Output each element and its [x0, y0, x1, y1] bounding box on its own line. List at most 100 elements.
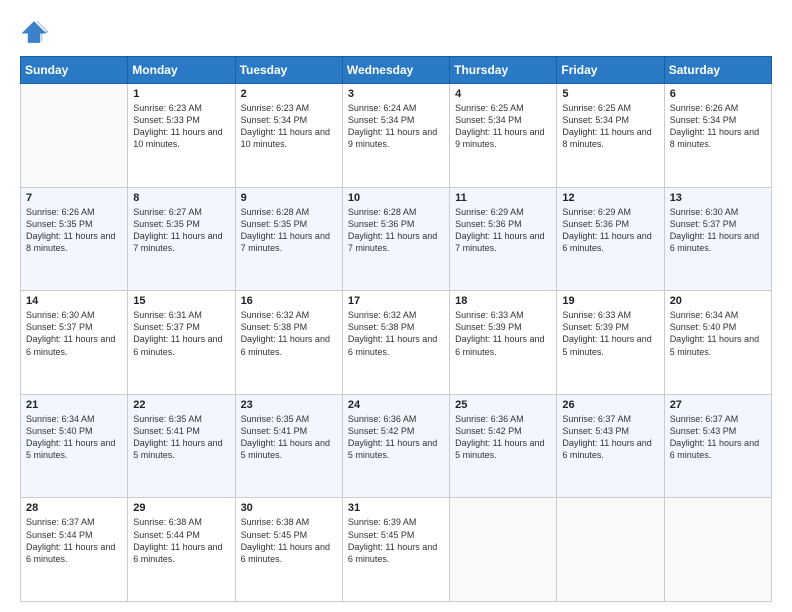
calendar-cell: 6 Sunrise: 6:26 AM Sunset: 5:34 PM Daylig…	[664, 84, 771, 188]
day-number: 21	[26, 399, 122, 411]
calendar-cell: 15 Sunrise: 6:31 AM Sunset: 5:37 PM Dayli…	[128, 291, 235, 395]
day-number: 27	[670, 399, 766, 411]
cell-info: Sunrise: 6:26 AM Sunset: 5:34 PM Dayligh…	[670, 102, 766, 151]
calendar-cell: 7 Sunrise: 6:26 AM Sunset: 5:35 PM Daylig…	[21, 187, 128, 291]
day-number: 11	[455, 192, 551, 204]
cell-info: Sunrise: 6:23 AM Sunset: 5:34 PM Dayligh…	[241, 102, 337, 151]
calendar-cell: 30 Sunrise: 6:38 AM Sunset: 5:45 PM Dayli…	[235, 498, 342, 602]
calendar-cell: 27 Sunrise: 6:37 AM Sunset: 5:43 PM Dayli…	[664, 394, 771, 498]
calendar-cell: 14Sunrise: 6:30 AM Sunset: 5:37 PM Dayli…	[21, 291, 128, 395]
cell-info: Sunrise: 6:33 AM Sunset: 5:39 PM Dayligh…	[455, 309, 551, 358]
cell-info: Sunrise: 6:29 AM Sunset: 5:36 PM Dayligh…	[562, 206, 658, 255]
day-number: 20	[670, 295, 766, 307]
day-number: 15	[133, 295, 229, 307]
day-number: 14	[26, 295, 122, 307]
calendar-cell: 8Sunrise: 6:27 AM Sunset: 5:35 PM Daylig…	[128, 187, 235, 291]
cell-info: Sunrise: 6:27 AM Sunset: 5:35 PM Dayligh…	[133, 206, 229, 255]
day-number: 17	[348, 295, 444, 307]
day-number: 13	[670, 192, 766, 204]
cell-info: Sunrise: 6:36 AM Sunset: 5:42 PM Dayligh…	[455, 413, 551, 462]
day-number: 25	[455, 399, 551, 411]
day-number: 26	[562, 399, 658, 411]
cell-info: Sunrise: 6:25 AM Sunset: 5:34 PM Dayligh…	[562, 102, 658, 151]
calendar-cell: 19 Sunrise: 6:33 AM Sunset: 5:39 PM Dayli…	[557, 291, 664, 395]
cell-info: Sunrise: 6:37 AM Sunset: 5:43 PM Dayligh…	[562, 413, 658, 462]
cell-info: Sunrise: 6:30 AM Sunset: 5:37 PM Dayligh…	[670, 206, 766, 255]
cell-info: Sunrise: 6:32 AM Sunset: 5:38 PM Dayligh…	[348, 309, 444, 358]
calendar-cell: 17 Sunrise: 6:32 AM Sunset: 5:38 PM Dayli…	[342, 291, 449, 395]
day-number: 4	[455, 88, 551, 100]
calendar-cell: 3Sunrise: 6:24 AM Sunset: 5:34 PM Daylig…	[342, 84, 449, 188]
calendar-cell: 11 Sunrise: 6:29 AM Sunset: 5:36 PM Dayli…	[450, 187, 557, 291]
calendar-table: SundayMondayTuesdayWednesdayThursdayFrid…	[20, 56, 772, 602]
calendar-cell: 5 Sunrise: 6:25 AM Sunset: 5:34 PM Daylig…	[557, 84, 664, 188]
weekday-tuesday: Tuesday	[235, 57, 342, 84]
day-number: 9	[241, 192, 337, 204]
day-number: 16	[241, 295, 337, 307]
calendar-cell: 31Sunrise: 6:39 AM Sunset: 5:45 PM Dayli…	[342, 498, 449, 602]
day-number: 24	[348, 399, 444, 411]
cell-info: Sunrise: 6:36 AM Sunset: 5:42 PM Dayligh…	[348, 413, 444, 462]
calendar-cell: 20Sunrise: 6:34 AM Sunset: 5:40 PM Dayli…	[664, 291, 771, 395]
cell-info: Sunrise: 6:31 AM Sunset: 5:37 PM Dayligh…	[133, 309, 229, 358]
page: SundayMondayTuesdayWednesdayThursdayFrid…	[0, 0, 792, 612]
calendar-cell: 1 Sunrise: 6:23 AM Sunset: 5:33 PM Daylig…	[128, 84, 235, 188]
calendar-cell: 13 Sunrise: 6:30 AM Sunset: 5:37 PM Dayli…	[664, 187, 771, 291]
day-number: 19	[562, 295, 658, 307]
cell-info: Sunrise: 6:26 AM Sunset: 5:35 PM Dayligh…	[26, 206, 122, 255]
cell-info: Sunrise: 6:37 AM Sunset: 5:43 PM Dayligh…	[670, 413, 766, 462]
cell-info: Sunrise: 6:28 AM Sunset: 5:36 PM Dayligh…	[348, 206, 444, 255]
week-row-5: 28Sunrise: 6:37 AM Sunset: 5:44 PM Dayli…	[21, 498, 772, 602]
calendar-cell: 10 Sunrise: 6:28 AM Sunset: 5:36 PM Dayli…	[342, 187, 449, 291]
day-number: 29	[133, 502, 229, 514]
weekday-sunday: Sunday	[21, 57, 128, 84]
day-number: 18	[455, 295, 551, 307]
weekday-monday: Monday	[128, 57, 235, 84]
calendar-cell: 22 Sunrise: 6:35 AM Sunset: 5:41 PM Dayli…	[128, 394, 235, 498]
weekday-friday: Friday	[557, 57, 664, 84]
cell-info: Sunrise: 6:38 AM Sunset: 5:45 PM Dayligh…	[241, 516, 337, 565]
header	[20, 18, 772, 46]
day-number: 7	[26, 192, 122, 204]
calendar-cell: 26 Sunrise: 6:37 AM Sunset: 5:43 PM Dayli…	[557, 394, 664, 498]
calendar-cell	[21, 84, 128, 188]
calendar-cell	[450, 498, 557, 602]
cell-info: Sunrise: 6:35 AM Sunset: 5:41 PM Dayligh…	[133, 413, 229, 462]
calendar-cell: 4Sunrise: 6:25 AM Sunset: 5:34 PM Daylig…	[450, 84, 557, 188]
cell-info: Sunrise: 6:37 AM Sunset: 5:44 PM Dayligh…	[26, 516, 122, 565]
calendar-cell: 12 Sunrise: 6:29 AM Sunset: 5:36 PM Dayli…	[557, 187, 664, 291]
day-number: 12	[562, 192, 658, 204]
day-number: 6	[670, 88, 766, 100]
calendar-cell	[557, 498, 664, 602]
calendar-cell: 24 Sunrise: 6:36 AM Sunset: 5:42 PM Dayli…	[342, 394, 449, 498]
week-row-4: 21Sunrise: 6:34 AM Sunset: 5:40 PM Dayli…	[21, 394, 772, 498]
calendar-cell: 2 Sunrise: 6:23 AM Sunset: 5:34 PM Daylig…	[235, 84, 342, 188]
day-number: 22	[133, 399, 229, 411]
cell-info: Sunrise: 6:38 AM Sunset: 5:44 PM Dayligh…	[133, 516, 229, 565]
day-number: 1	[133, 88, 229, 100]
cell-info: Sunrise: 6:33 AM Sunset: 5:39 PM Dayligh…	[562, 309, 658, 358]
weekday-wednesday: Wednesday	[342, 57, 449, 84]
day-number: 10	[348, 192, 444, 204]
calendar-cell: 28Sunrise: 6:37 AM Sunset: 5:44 PM Dayli…	[21, 498, 128, 602]
weekday-header-row: SundayMondayTuesdayWednesdayThursdayFrid…	[21, 57, 772, 84]
weekday-thursday: Thursday	[450, 57, 557, 84]
cell-info: Sunrise: 6:24 AM Sunset: 5:34 PM Dayligh…	[348, 102, 444, 151]
calendar-cell: 9 Sunrise: 6:28 AM Sunset: 5:35 PM Daylig…	[235, 187, 342, 291]
cell-info: Sunrise: 6:23 AM Sunset: 5:33 PM Dayligh…	[133, 102, 229, 151]
day-number: 30	[241, 502, 337, 514]
cell-info: Sunrise: 6:35 AM Sunset: 5:41 PM Dayligh…	[241, 413, 337, 462]
day-number: 5	[562, 88, 658, 100]
day-number: 2	[241, 88, 337, 100]
cell-info: Sunrise: 6:39 AM Sunset: 5:45 PM Dayligh…	[348, 516, 444, 565]
cell-info: Sunrise: 6:28 AM Sunset: 5:35 PM Dayligh…	[241, 206, 337, 255]
weekday-saturday: Saturday	[664, 57, 771, 84]
day-number: 23	[241, 399, 337, 411]
logo-icon	[20, 18, 48, 46]
calendar-cell: 25 Sunrise: 6:36 AM Sunset: 5:42 PM Dayli…	[450, 394, 557, 498]
calendar-cell: 21Sunrise: 6:34 AM Sunset: 5:40 PM Dayli…	[21, 394, 128, 498]
calendar-cell	[664, 498, 771, 602]
cell-info: Sunrise: 6:29 AM Sunset: 5:36 PM Dayligh…	[455, 206, 551, 255]
calendar-cell: 23 Sunrise: 6:35 AM Sunset: 5:41 PM Dayli…	[235, 394, 342, 498]
calendar-cell: 16Sunrise: 6:32 AM Sunset: 5:38 PM Dayli…	[235, 291, 342, 395]
